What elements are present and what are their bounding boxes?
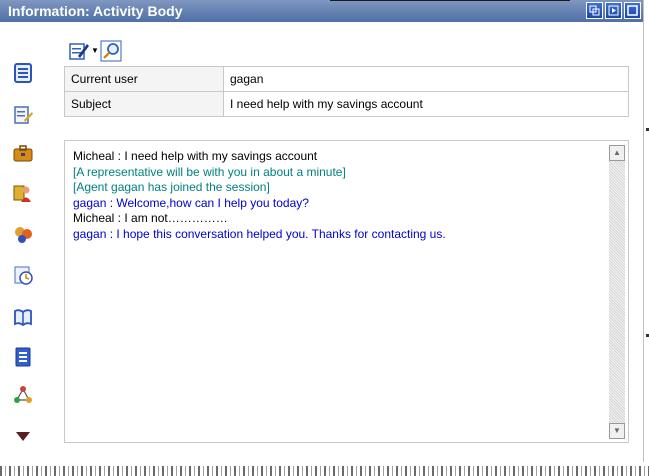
table-row: Subject I need help with my savings acco… bbox=[64, 91, 629, 117]
current-user-label: Current user bbox=[64, 66, 224, 92]
contacts-icon[interactable] bbox=[12, 182, 34, 204]
chat-agent-message: gagan : I hope this conversation helped … bbox=[73, 226, 446, 241]
toolbar: ▼ bbox=[68, 38, 122, 64]
more-arrow-icon[interactable] bbox=[12, 430, 34, 452]
chat-message: Micheal : I need help with my savings ac… bbox=[73, 149, 318, 163]
edit-icon[interactable] bbox=[68, 40, 90, 62]
list-icon[interactable] bbox=[12, 346, 34, 368]
edit-document-icon[interactable] bbox=[12, 104, 34, 126]
dropdown-arrow-icon[interactable]: ▼ bbox=[90, 40, 100, 62]
current-user-value: gagan bbox=[223, 66, 629, 92]
scroll-up-icon[interactable]: ▲ bbox=[609, 145, 625, 161]
chat-message: Micheal : I am not…………… bbox=[73, 211, 228, 225]
chat-lines: Micheal : I need help with my savings ac… bbox=[73, 149, 593, 242]
title-bar: Information: Activity Body bbox=[0, 0, 643, 22]
knowledge-book-icon[interactable] bbox=[12, 306, 34, 328]
table-row: Current user gagan bbox=[64, 66, 629, 92]
workflow-icon[interactable] bbox=[12, 384, 34, 406]
vertical-scrollbar[interactable]: ▲ ▼ bbox=[609, 145, 625, 439]
popout-icon[interactable] bbox=[605, 2, 622, 19]
users-icon[interactable] bbox=[12, 224, 34, 246]
history-clock-icon[interactable] bbox=[12, 264, 34, 286]
subject-label: Subject bbox=[64, 91, 224, 117]
briefcase-icon[interactable] bbox=[12, 142, 34, 164]
search-icon[interactable] bbox=[100, 40, 122, 62]
title-divider bbox=[330, 0, 570, 1]
bottom-edge-strip bbox=[0, 466, 649, 476]
chat-transcript[interactable]: Micheal : I need help with my savings ac… bbox=[64, 140, 629, 443]
subject-value: I need help with my savings account bbox=[223, 91, 629, 117]
chat-system-message: [Agent gagan has joined the session] bbox=[73, 180, 270, 194]
activity-window: Information: Activity Body ▼ Current use… bbox=[0, 0, 644, 462]
info-table: Current user gagan Subject I need help w… bbox=[64, 66, 629, 117]
sidebar bbox=[0, 22, 40, 462]
scroll-down-icon[interactable]: ▼ bbox=[609, 423, 625, 439]
chat-agent-message: gagan : Welcome,how can I help you today… bbox=[73, 195, 309, 210]
window-title: Information: Activity Body bbox=[8, 3, 183, 19]
chat-system-message: [A representative will be with you in ab… bbox=[73, 164, 346, 179]
document-icon[interactable] bbox=[12, 62, 34, 84]
title-buttons bbox=[586, 2, 641, 19]
maximize-icon[interactable] bbox=[624, 2, 641, 19]
restore-icon[interactable] bbox=[586, 2, 603, 19]
